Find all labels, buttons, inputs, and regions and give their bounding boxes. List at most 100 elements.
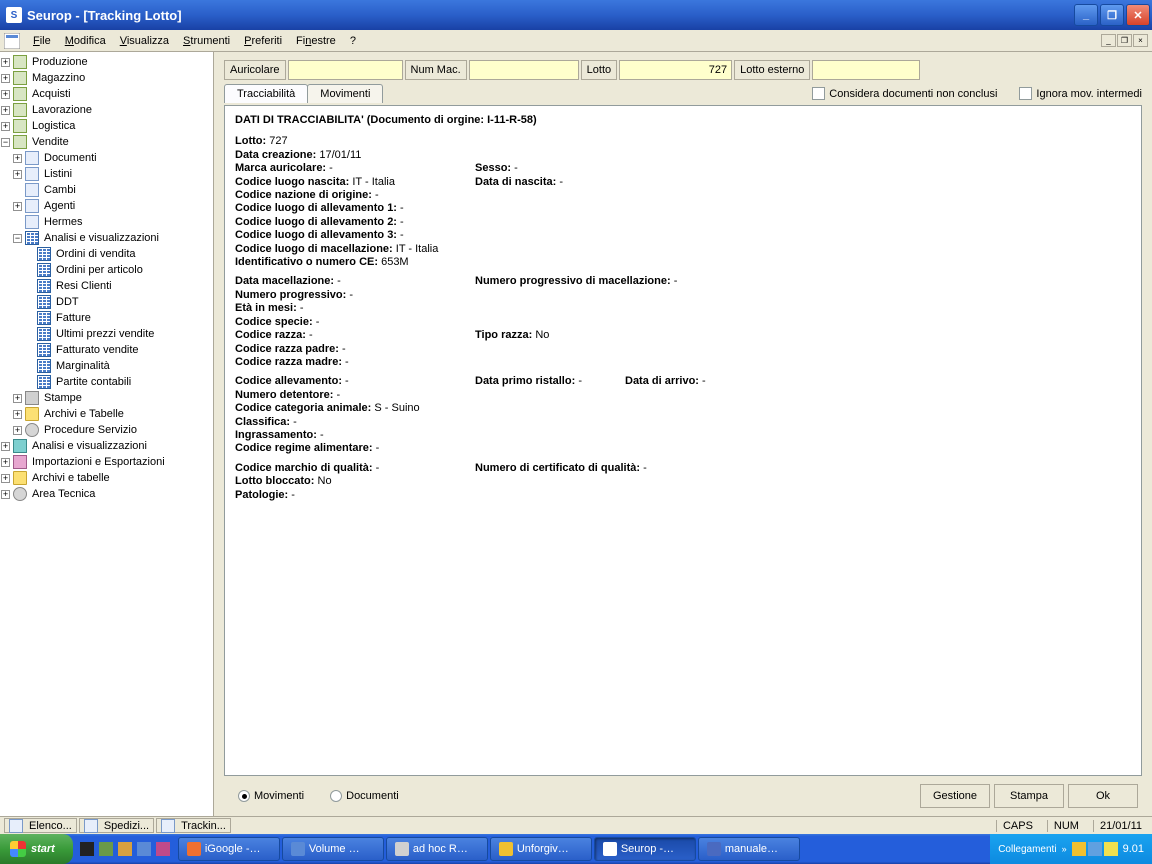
- ql-icon[interactable]: [78, 838, 96, 860]
- ql-icon[interactable]: [135, 838, 153, 860]
- tab-movimenti[interactable]: Movimenti: [307, 84, 383, 103]
- expand-icon[interactable]: +: [13, 410, 22, 419]
- tree-item-magazzino[interactable]: Magazzino: [30, 71, 87, 85]
- ok-button[interactable]: Ok: [1068, 784, 1138, 808]
- tree-item-resi[interactable]: Resi Clienti: [54, 279, 114, 293]
- mdi-restore-button[interactable]: ❐: [1117, 34, 1132, 47]
- expand-icon[interactable]: +: [1, 90, 10, 99]
- expand-icon[interactable]: +: [13, 202, 22, 211]
- menu-visualizza[interactable]: Visualizza: [113, 33, 176, 49]
- task-volume[interactable]: Volume …: [282, 837, 384, 861]
- gestione-button[interactable]: Gestione: [920, 784, 990, 808]
- tray-icon[interactable]: [1104, 842, 1118, 856]
- navigation-tree[interactable]: + Produzione + Magazzino + Acquisti + Lavora…: [0, 52, 214, 816]
- tree-item-ddt[interactable]: DDT: [54, 295, 81, 309]
- task-manuale[interactable]: manuale…: [698, 837, 800, 861]
- menu-preferiti[interactable]: Preferiti: [237, 33, 289, 49]
- task-adhoc[interactable]: ad hoc R…: [386, 837, 488, 861]
- tree-item-analisi2[interactable]: Analisi e visualizzazioni: [30, 439, 149, 453]
- tree-item-area-tecnica[interactable]: Area Tecnica: [30, 487, 97, 501]
- expand-icon[interactable]: +: [1, 458, 10, 467]
- tree-item-archivi2[interactable]: Archivi e tabelle: [30, 471, 112, 485]
- folder-icon: [25, 407, 39, 421]
- close-button[interactable]: ✕: [1126, 4, 1150, 26]
- nummac-input[interactable]: [469, 60, 579, 80]
- expand-icon[interactable]: +: [13, 170, 22, 179]
- tree-item-hermes[interactable]: Hermes: [42, 215, 85, 229]
- auricolare-label: Auricolare: [224, 60, 286, 80]
- expand-icon[interactable]: +: [13, 154, 22, 163]
- considera-checkbox[interactable]: Considera documenti non conclusi: [812, 87, 997, 100]
- tray-collegamenti[interactable]: Collegamenti: [998, 844, 1056, 855]
- expand-icon[interactable]: +: [1, 106, 10, 115]
- mdi-close-button[interactable]: ×: [1133, 34, 1148, 47]
- tree-item-documenti[interactable]: Documenti: [42, 151, 99, 165]
- tree-item-marginalita[interactable]: Marginalità: [54, 359, 112, 373]
- task-seurop[interactable]: Seurop -…: [594, 837, 696, 861]
- radio-movimenti[interactable]: Movimenti: [238, 790, 304, 802]
- expand-icon[interactable]: +: [1, 474, 10, 483]
- tracking-detail-panel: DATI DI TRACCIABILITA' (Documento di org…: [224, 105, 1142, 776]
- expand-icon[interactable]: +: [1, 122, 10, 131]
- tree-item-stampe[interactable]: Stampe: [42, 391, 84, 405]
- mdi-tab-elenco[interactable]: Elenco...: [4, 818, 77, 833]
- stampa-button[interactable]: Stampa: [994, 784, 1064, 808]
- tree-item-fatturato[interactable]: Fatturato vendite: [54, 343, 141, 357]
- expand-icon[interactable]: +: [1, 490, 10, 499]
- expand-icon[interactable]: +: [1, 58, 10, 67]
- tree-item-fatture[interactable]: Fatture: [54, 311, 93, 325]
- task-igoogle[interactable]: iGoogle -…: [178, 837, 280, 861]
- ql-icon[interactable]: [154, 838, 172, 860]
- expand-icon[interactable]: +: [13, 394, 22, 403]
- tree-item-procedure[interactable]: Procedure Servizio: [42, 423, 139, 437]
- expand-icon[interactable]: +: [1, 74, 10, 83]
- clock[interactable]: 9.01: [1123, 843, 1144, 855]
- tree-item-ordini-articolo[interactable]: Ordini per articolo: [54, 263, 145, 277]
- ql-icon[interactable]: [116, 838, 134, 860]
- tree-item-logistica[interactable]: Logistica: [30, 119, 77, 133]
- tree-item-vendite[interactable]: Vendite: [30, 135, 71, 149]
- tree-item-import-export[interactable]: Importazioni e Esportazioni: [30, 455, 167, 469]
- tree-item-listini[interactable]: Listini: [42, 167, 74, 181]
- tree-item-acquisti[interactable]: Acquisti: [30, 87, 73, 101]
- maximize-button[interactable]: ❐: [1100, 4, 1124, 26]
- menu-strumenti[interactable]: Strumenti: [176, 33, 237, 49]
- collapse-icon[interactable]: −: [13, 234, 22, 243]
- lottoest-input[interactable]: [812, 60, 920, 80]
- task-unforgiv[interactable]: Unforgiv…: [490, 837, 592, 861]
- tree-item-cambi[interactable]: Cambi: [42, 183, 78, 197]
- ignora-checkbox[interactable]: Ignora mov. intermedi: [1019, 87, 1142, 100]
- tray-icon[interactable]: [1088, 842, 1102, 856]
- tree-item-ultimi-prezzi[interactable]: Ultimi prezzi vendite: [54, 327, 156, 341]
- tree-item-ordini-vendita[interactable]: Ordini di vendita: [54, 247, 138, 261]
- mdi-tab-spedizi[interactable]: Spedizi...: [79, 818, 154, 833]
- tray-icon[interactable]: [1072, 842, 1086, 856]
- menu-finestre[interactable]: Finestre: [289, 33, 343, 49]
- collapse-icon[interactable]: −: [1, 138, 10, 147]
- firefox-icon: [187, 842, 201, 856]
- expand-icon[interactable]: +: [1, 442, 10, 451]
- tray-expand-icon[interactable]: »: [1062, 844, 1067, 854]
- tree-item-agenti[interactable]: Agenti: [42, 199, 77, 213]
- module-icon: [13, 87, 27, 101]
- tree-item-analisi[interactable]: Analisi e visualizzazioni: [42, 231, 161, 245]
- tab-tracciabilita[interactable]: Tracciabilità: [224, 84, 308, 103]
- tree-item-produzione[interactable]: Produzione: [30, 55, 90, 69]
- radio-documenti[interactable]: Documenti: [330, 790, 399, 802]
- expand-icon[interactable]: +: [13, 426, 22, 435]
- tree-item-archivi[interactable]: Archivi e Tabelle: [42, 407, 126, 421]
- lotto-input[interactable]: [619, 60, 732, 80]
- auricolare-input[interactable]: [288, 60, 403, 80]
- mdi-tab-tracking[interactable]: Trackin...: [156, 818, 231, 833]
- mdi-minimize-button[interactable]: _: [1101, 34, 1116, 47]
- tree-item-partite[interactable]: Partite contabili: [54, 375, 133, 389]
- ql-icon[interactable]: [97, 838, 115, 860]
- tree-item-lavorazione[interactable]: Lavorazione: [30, 103, 94, 117]
- menu-file[interactable]: File: [26, 33, 58, 49]
- folder-icon: [25, 151, 39, 165]
- menu-help[interactable]: ?: [343, 33, 363, 49]
- grid-icon: [25, 231, 39, 245]
- minimize-button[interactable]: _: [1074, 4, 1098, 26]
- menu-modifica[interactable]: Modifica: [58, 33, 113, 49]
- start-button[interactable]: start: [0, 834, 73, 864]
